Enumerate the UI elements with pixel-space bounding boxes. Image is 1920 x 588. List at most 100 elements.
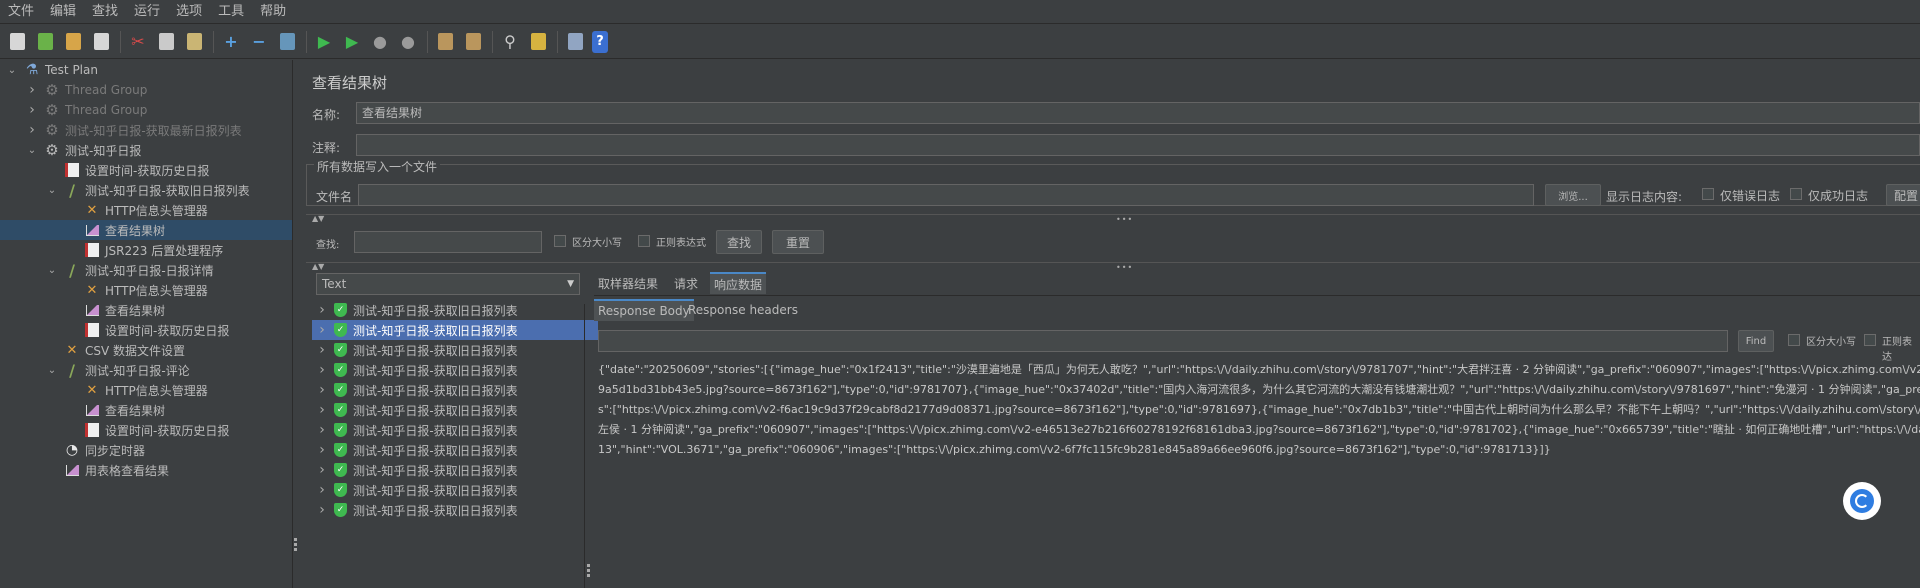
collapse-arrow-icon[interactable]: ›	[316, 362, 328, 378]
sub-tab-response-body[interactable]: Response Body	[594, 299, 694, 321]
success-only-checkbox[interactable]	[1790, 188, 1802, 200]
collapse-arrow-icon[interactable]: ›	[26, 82, 38, 98]
stop-icon[interactable]: ●	[369, 31, 391, 53]
result-item[interactable]: › ✓ 测试-知乎日报-获取旧日报列表	[312, 500, 598, 520]
start-icon[interactable]: ▶	[313, 31, 335, 53]
comment-field[interactable]	[356, 134, 1920, 156]
collapse-arrow-icon[interactable]: ›	[316, 502, 328, 518]
cut-icon[interactable]: ✂	[127, 31, 149, 53]
name-field[interactable]: 查看结果树	[356, 102, 1920, 124]
configure-button[interactable]: 配置	[1886, 184, 1920, 206]
help-icon[interactable]: ?	[592, 30, 608, 53]
tree-item[interactable]: ⌄ / 测试-知乎日报-评论	[0, 360, 338, 380]
reset-search-icon[interactable]	[527, 31, 549, 53]
tree-item[interactable]: ⌄ / 测试-知乎日报-日报详情	[0, 260, 338, 280]
response-body[interactable]: {"date":"20250609","stories":[{"image_hu…	[598, 360, 1920, 460]
tree-item[interactable]: › ⚙ 测试-知乎日报-获取最新日报列表	[0, 120, 318, 140]
collapse-arrow-icon[interactable]: ›	[26, 102, 38, 118]
response-search-input[interactable]	[598, 330, 1728, 352]
search-input[interactable]	[354, 231, 542, 253]
filename-field[interactable]	[358, 184, 1534, 206]
response-find-button[interactable]: Find	[1738, 330, 1774, 352]
tree-item[interactable]: 用表格查看结果	[0, 460, 338, 480]
test-plan-tree[interactable]: ⌄ ⚗ Test Plan › ⚙ Thread Group › ⚙ Thread Group ›…	[0, 60, 358, 588]
menu-item[interactable]: 查找	[84, 0, 126, 24]
tree-item[interactable]: ⌄ ⚙ 测试-知乎日报	[0, 140, 318, 160]
result-item[interactable]: › ✓ 测试-知乎日报-获取旧日报列表	[312, 440, 598, 460]
tab-request[interactable]: 请求	[670, 272, 702, 294]
tab-response-data[interactable]: 响应数据	[710, 272, 767, 294]
toggle-icon[interactable]	[276, 31, 298, 53]
floating-assistant-button[interactable]	[1843, 482, 1881, 520]
result-item[interactable]: › ✓ 测试-知乎日报-获取旧日报列表	[312, 320, 598, 340]
result-item[interactable]: › ✓ 测试-知乎日报-获取旧日报列表	[312, 340, 598, 360]
shutdown-icon[interactable]: ●	[397, 31, 419, 53]
tree-item[interactable]: 设置时间-获取历史日报	[0, 160, 338, 180]
result-item[interactable]: › ✓ 测试-知乎日报-获取旧日报列表	[312, 460, 598, 480]
tree-item[interactable]: ⌄ ⚗ Test Plan	[0, 60, 298, 80]
tree-item[interactable]: ⌄ / 测试-知乎日报-获取旧日报列表	[0, 180, 338, 200]
expand-arrow-icon[interactable]: ⌄	[46, 364, 58, 376]
menu-item[interactable]: 帮助	[252, 0, 294, 24]
browse-button[interactable]: 浏览...	[1545, 184, 1601, 206]
collapse-arrow-icon[interactable]: ›	[316, 302, 328, 318]
tree-item[interactable]: ◔ 同步定时器	[0, 440, 338, 460]
regex-checkbox[interactable]	[638, 235, 650, 247]
paste-icon[interactable]	[183, 31, 205, 53]
tree-item[interactable]: › ⚙ Thread Group	[0, 100, 318, 120]
expand-arrow-icon[interactable]: ⌄	[26, 144, 38, 156]
menu-item[interactable]: 编辑	[42, 0, 84, 24]
response-case-checkbox[interactable]	[1788, 334, 1800, 346]
result-item[interactable]: › ✓ 测试-知乎日报-获取旧日报列表	[312, 400, 598, 420]
results-list[interactable]: › ✓ 测试-知乎日报-获取旧日报列表 › ✓ 测试-知乎日报-获取旧日报列表 › ✓ 测试-知…	[312, 300, 598, 588]
result-item[interactable]: › ✓ 测试-知乎日报-获取旧日报列表	[312, 480, 598, 500]
tab-sampler-result[interactable]: 取样器结果	[594, 272, 662, 294]
reset-button[interactable]: 重置	[772, 230, 824, 254]
open-icon[interactable]	[62, 31, 84, 53]
copy-icon[interactable]	[155, 31, 177, 53]
new-file-icon[interactable]	[6, 31, 28, 53]
collapse-icon[interactable]: −	[248, 31, 270, 53]
collapse-arrow-icon[interactable]: ›	[316, 342, 328, 358]
start-no-pause-icon[interactable]: ▶	[341, 31, 363, 53]
result-item[interactable]: › ✓ 测试-知乎日报-获取旧日报列表	[312, 380, 598, 400]
collapse-arrows-icon[interactable]: ▲▼	[312, 214, 324, 223]
collapse-arrows-icon[interactable]: ▲▼	[312, 262, 324, 271]
tree-item[interactable]: › ⚙ Thread Group	[0, 80, 318, 100]
search-icon[interactable]: ⚲	[499, 31, 521, 53]
collapse-arrow-icon[interactable]: ›	[316, 382, 328, 398]
clear-icon[interactable]	[434, 31, 456, 53]
tree-item[interactable]: ✕ CSV 数据文件设置	[0, 340, 338, 360]
sub-tab-response-headers[interactable]: Response headers	[684, 299, 802, 321]
collapse-arrow-icon[interactable]: ›	[316, 422, 328, 438]
response-regex-checkbox[interactable]	[1864, 334, 1876, 346]
menu-item[interactable]: 运行	[126, 0, 168, 24]
splitter-grip-icon[interactable]: •••	[1116, 215, 1133, 224]
expand-arrow-icon[interactable]: ⌄	[46, 184, 58, 196]
splitter-grip-icon[interactable]: •••	[1116, 263, 1133, 272]
renderer-select[interactable]: Text ▼	[316, 273, 580, 295]
case-sensitive-checkbox[interactable]	[554, 235, 566, 247]
result-item[interactable]: › ✓ 测试-知乎日报-获取旧日报列表	[312, 360, 598, 380]
collapse-arrow-icon[interactable]: ›	[316, 322, 328, 338]
collapse-arrow-icon[interactable]: ›	[26, 122, 38, 138]
expand-arrow-icon[interactable]: ⌄	[6, 64, 18, 76]
result-item[interactable]: › ✓ 测试-知乎日报-获取旧日报列表	[312, 300, 598, 320]
errors-only-checkbox[interactable]	[1702, 188, 1714, 200]
result-item[interactable]: › ✓ 测试-知乎日报-获取旧日报列表	[312, 420, 598, 440]
function-helper-icon[interactable]	[564, 31, 586, 53]
splitter-grip-icon[interactable]	[587, 564, 590, 577]
collapse-arrow-icon[interactable]: ›	[316, 402, 328, 418]
menu-item[interactable]: 文件	[0, 0, 42, 24]
menu-item[interactable]: 工具	[210, 0, 252, 24]
clear-all-icon[interactable]	[462, 31, 484, 53]
templates-icon[interactable]	[34, 31, 56, 53]
save-icon[interactable]	[90, 31, 112, 53]
expand-arrow-icon[interactable]: ⌄	[46, 264, 58, 276]
collapse-arrow-icon[interactable]: ›	[316, 482, 328, 498]
collapse-arrow-icon[interactable]: ›	[316, 442, 328, 458]
find-button[interactable]: 查找	[716, 230, 762, 254]
expand-icon[interactable]: +	[220, 31, 242, 53]
menu-item[interactable]: 选项	[168, 0, 210, 24]
collapse-arrow-icon[interactable]: ›	[316, 462, 328, 478]
